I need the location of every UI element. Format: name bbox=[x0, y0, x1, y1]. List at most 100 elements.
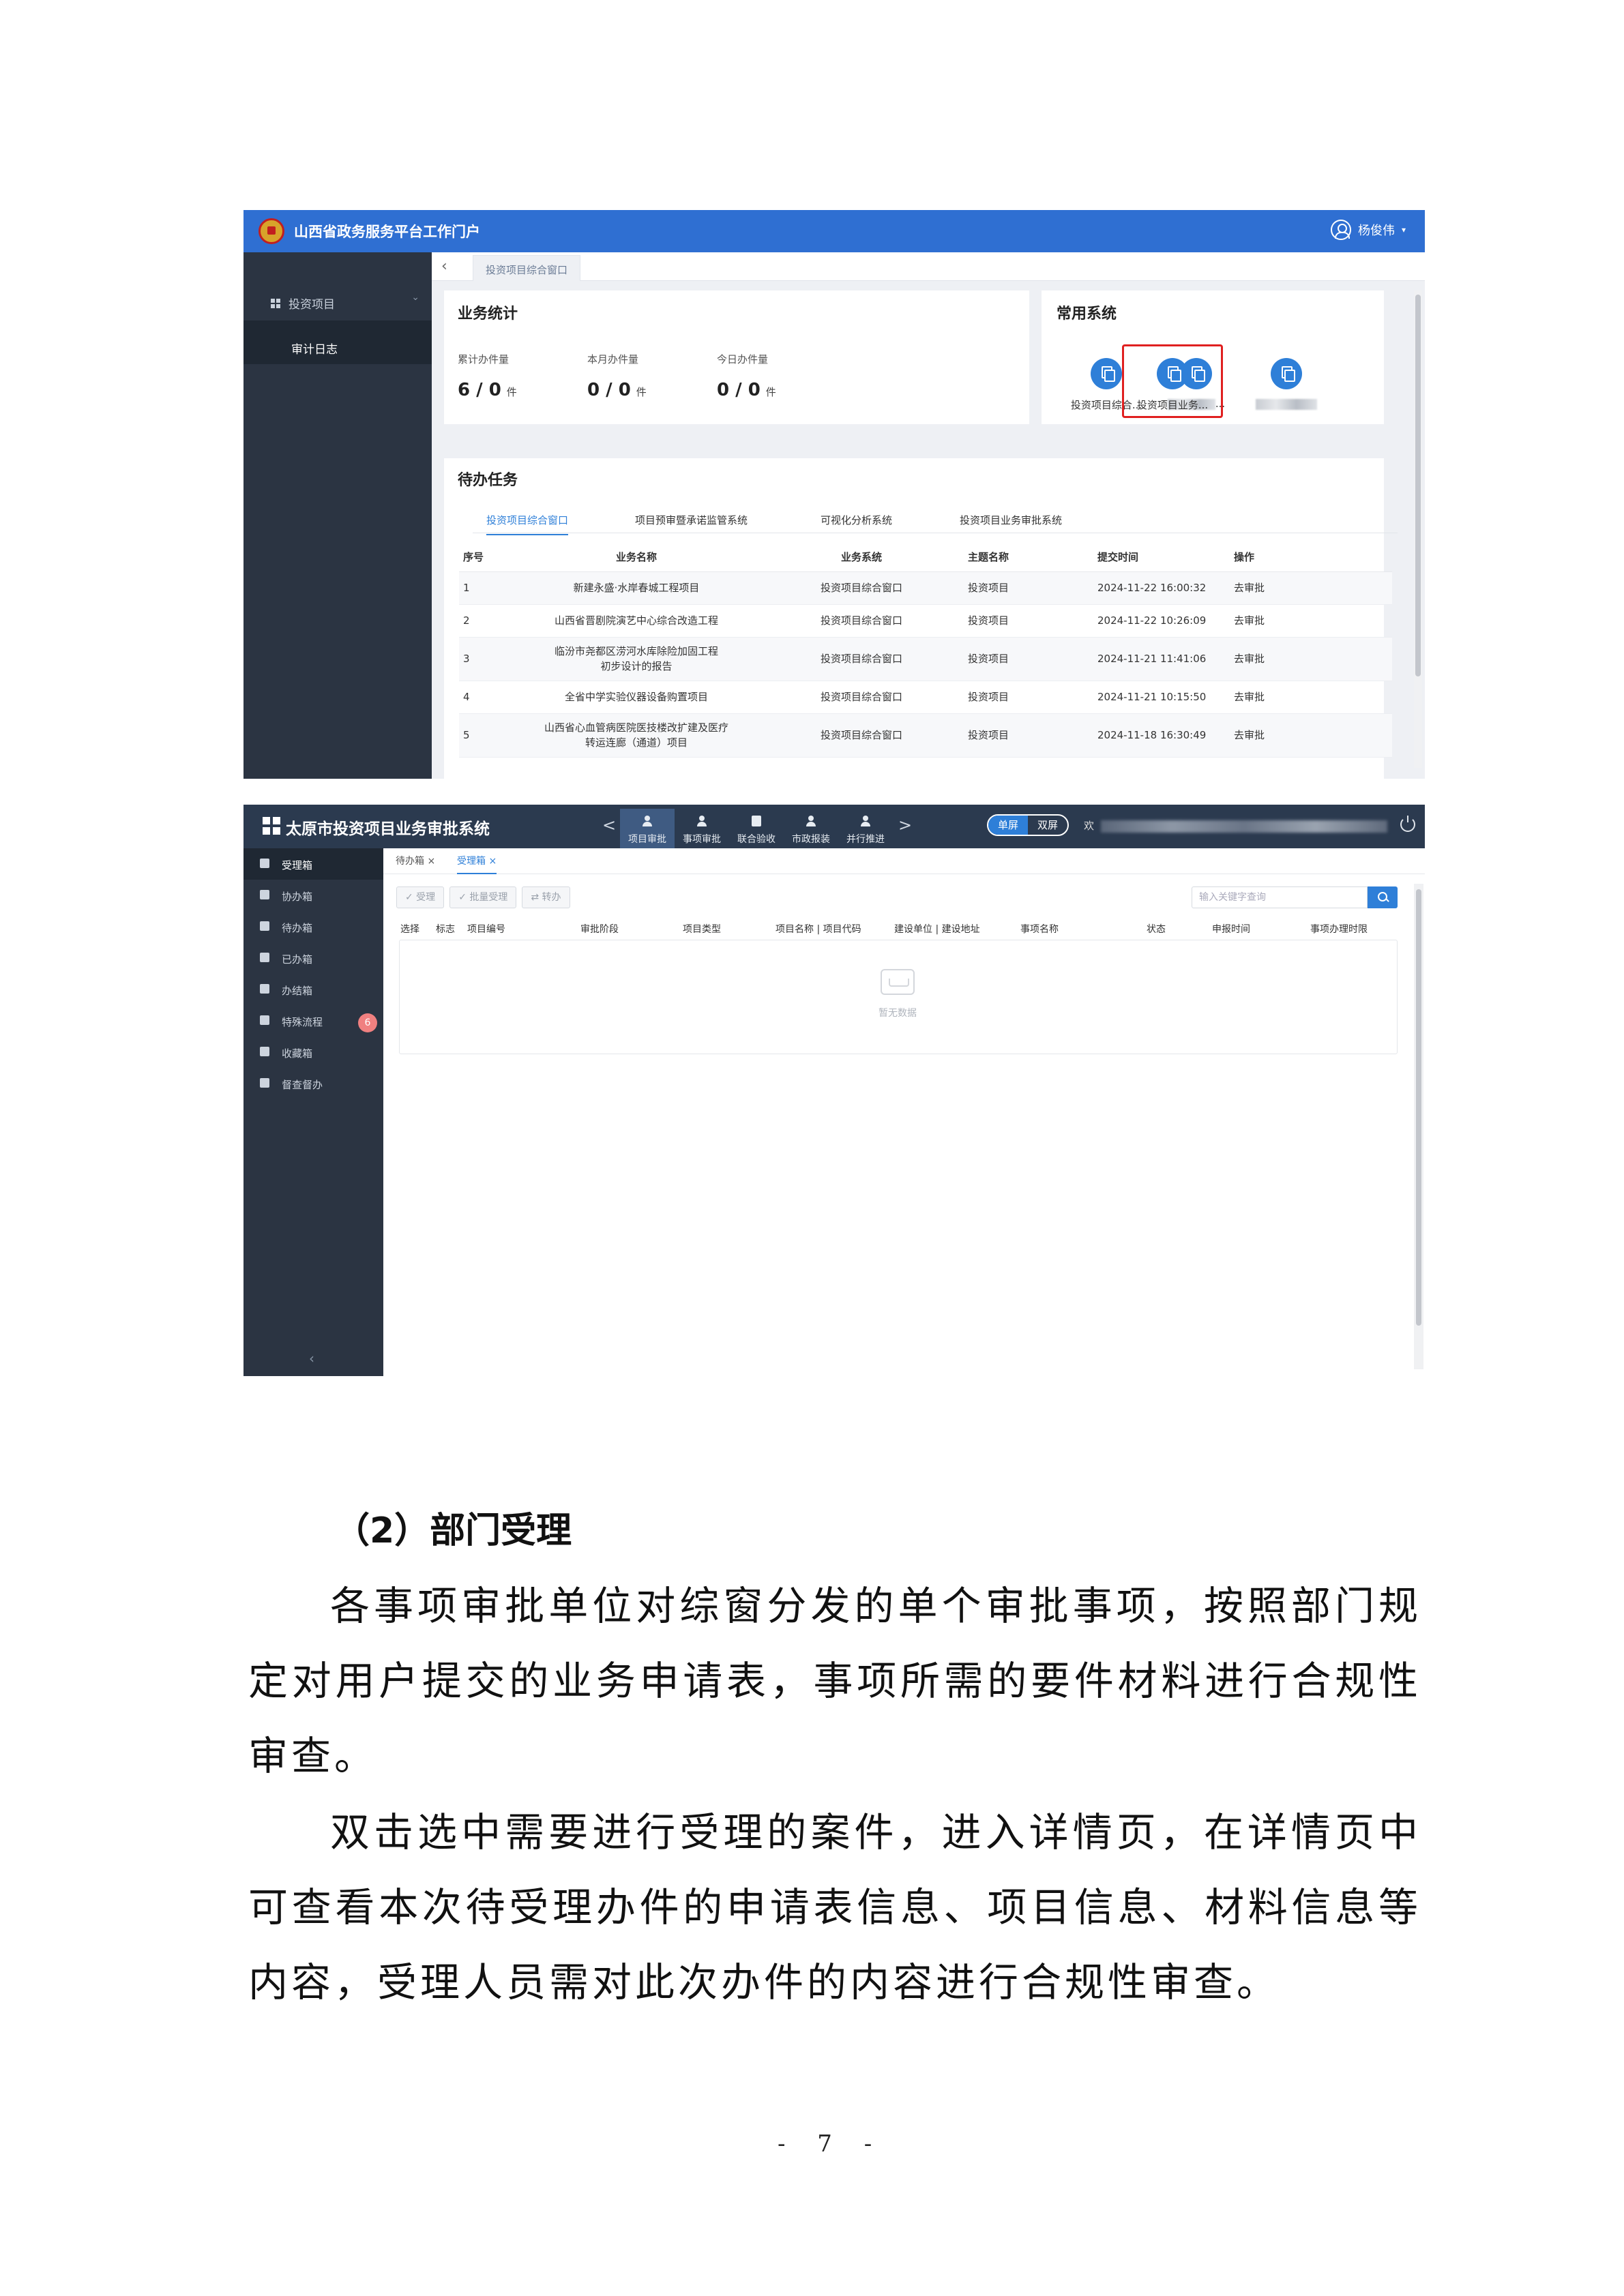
todo-table: 序号 业务名称 业务系统 主题名称 提交时间 操作 1 新建永盛·水岸春城工程项… bbox=[459, 543, 1392, 758]
stat-label: 本月办件量 bbox=[587, 353, 639, 366]
cell-theme: 投资项目 bbox=[964, 637, 1093, 681]
approve-link[interactable]: 去审批 bbox=[1230, 681, 1392, 714]
column-header: 标志 bbox=[436, 924, 455, 935]
approve-link[interactable]: 去审批 bbox=[1230, 604, 1392, 638]
tab-accept-box[interactable]: 受理箱 × bbox=[457, 854, 497, 874]
single-screen-option[interactable]: 单屏 bbox=[988, 816, 1028, 835]
cell-time: 2024-11-22 10:26:09 bbox=[1093, 604, 1230, 638]
nav-joint-acceptance[interactable]: 联合验收 bbox=[729, 809, 784, 848]
sidebar-item-assist-box[interactable]: 协办箱 bbox=[243, 880, 383, 911]
nav-project-approval[interactable]: 项目审批 bbox=[620, 809, 675, 848]
todo-title: 待办任务 bbox=[458, 472, 518, 489]
table-row[interactable]: 4 全省中学实验仪器设备购置项目 投资项目综合窗口 投资项目 2024-11-2… bbox=[459, 681, 1392, 714]
chevron-down-icon[interactable]: ⌄ bbox=[411, 292, 419, 303]
search-input[interactable]: 输入关键字查询 bbox=[1192, 886, 1368, 908]
nav-label: 联合验收 bbox=[737, 834, 776, 845]
column-header: 业务名称 bbox=[514, 543, 759, 572]
stat-month: 本月办件量 0 / 0 件 bbox=[587, 352, 647, 400]
cell-name: 临汾市尧都区涝河水库除险加固工程初步设计的报告 bbox=[514, 637, 759, 681]
cell-time: 2024-11-18 16:30:49 bbox=[1093, 713, 1230, 758]
cell-no: 4 bbox=[459, 681, 514, 714]
page-tabs: 待办箱 × 受理箱 × bbox=[383, 848, 1425, 874]
cell-name: 全省中学实验仪器设备购置项目 bbox=[514, 681, 759, 714]
stat-unit: 件 bbox=[765, 386, 776, 398]
scrollbar[interactable] bbox=[1414, 884, 1423, 1369]
inbox-icon bbox=[260, 890, 269, 899]
table-row[interactable]: 1 新建永盛·水岸春城工程项目 投资项目综合窗口 投资项目 2024-11-22… bbox=[459, 571, 1392, 605]
search-icon[interactable] bbox=[1368, 886, 1398, 908]
user-icon bbox=[861, 816, 870, 826]
stat-total: 累计办件量 6 / 0 件 bbox=[458, 352, 517, 400]
screen-mode-toggle[interactable]: 单屏 双屏 bbox=[987, 814, 1069, 836]
system-shortcut-3[interactable] bbox=[1242, 358, 1331, 410]
stats-title: 业务统计 bbox=[458, 305, 518, 323]
section-heading: （2）部门受理 bbox=[334, 1510, 572, 1551]
paragraph-1: 各事项审批单位对综窗分发的单个审批事项，按照部门规定对用户提交的业务申请表，事项… bbox=[248, 1583, 1421, 1779]
stat-unit: 件 bbox=[636, 386, 647, 398]
column-header: 事项名称 bbox=[1020, 924, 1059, 935]
nav-municipal-application[interactable]: 市政报装 bbox=[784, 809, 838, 848]
todo-tab-3[interactable]: 可视化分析系统 bbox=[821, 513, 892, 527]
table-row[interactable]: 3 临汾市尧都区涝河水库除险加固工程初步设计的报告 投资项目综合窗口 投资项目 … bbox=[459, 637, 1392, 681]
accept-button[interactable]: ✓ 受理 bbox=[396, 886, 445, 908]
table-row[interactable]: 2 山西省晋剧院演艺中心综合改造工程 投资项目综合窗口 投资项目 2024-11… bbox=[459, 604, 1392, 638]
todo-tab-1[interactable]: 投资项目综合窗口 bbox=[486, 513, 569, 535]
nav-parallel-advance[interactable]: 并行推进 bbox=[838, 809, 893, 848]
nav-next-icon[interactable]: > bbox=[898, 816, 912, 835]
menu-label: 已办箱 bbox=[282, 953, 313, 966]
action-toolbar: ✓ 受理 ✓ 批量受理 ⇄ 转办 bbox=[396, 886, 570, 908]
empty-text: 暂无数据 bbox=[879, 1008, 917, 1019]
approve-link[interactable]: 去审批 bbox=[1230, 637, 1392, 681]
stat-label: 今日办件量 bbox=[717, 353, 769, 366]
flow-icon bbox=[260, 1015, 269, 1025]
cell-theme: 投资项目 bbox=[964, 713, 1093, 758]
power-icon[interactable] bbox=[1400, 816, 1415, 832]
nav-item-approval[interactable]: 事项审批 bbox=[675, 809, 729, 848]
column-header: 项目名称 | 项目代码 bbox=[776, 924, 861, 935]
nav-prev-icon[interactable]: < bbox=[602, 816, 616, 835]
sidebar-item-closed-box[interactable]: 办结箱 bbox=[243, 974, 383, 1005]
tab-investment-window[interactable]: 投资项目综合窗口 bbox=[473, 255, 581, 281]
cell-theme: 投资项目 bbox=[964, 681, 1093, 714]
cell-system: 投资项目综合窗口 bbox=[759, 604, 964, 638]
todo-tab-4[interactable]: 投资项目业务审批系统 bbox=[960, 513, 1062, 527]
sidebar-item-favorites[interactable]: 收藏箱 bbox=[243, 1037, 383, 1068]
nav-label: 事项审批 bbox=[683, 834, 721, 845]
scrollbar[interactable] bbox=[1414, 290, 1422, 768]
flow-icon bbox=[260, 1047, 269, 1056]
approve-link[interactable]: 去审批 bbox=[1230, 713, 1392, 758]
sidebar-item-accept-box[interactable]: 受理箱 bbox=[243, 848, 383, 880]
transfer-button[interactable]: ⇄ 转办 bbox=[522, 886, 570, 908]
sidebar-item-audit-log[interactable]: 审计日志 bbox=[243, 320, 432, 364]
stat-value: 0 / 0 bbox=[717, 380, 761, 400]
sidebar-group-label: 投资项目 bbox=[289, 298, 335, 312]
sidebar-item-special-flow[interactable]: 特殊流程 6 bbox=[243, 1005, 383, 1037]
national-emblem-icon bbox=[259, 218, 284, 244]
sidebar-item-supervision[interactable]: 督查督办 bbox=[243, 1068, 383, 1099]
collapse-sidebar-icon[interactable]: ‹ bbox=[309, 1350, 314, 1367]
batch-accept-button[interactable]: ✓ 批量受理 bbox=[449, 886, 517, 908]
sidebar-item-done-box[interactable]: 已办箱 bbox=[243, 942, 383, 974]
user-icon bbox=[806, 816, 816, 826]
sidebar-group-investment[interactable]: 投资项目 bbox=[271, 295, 335, 312]
menu-label: 待办箱 bbox=[282, 922, 313, 934]
table-row[interactable]: 5 山西省心血管病医院医技楼改扩建及医疗转运连廊（通道）项目 投资项目综合窗口 … bbox=[459, 713, 1392, 758]
user-menu[interactable]: 杨俊伟 ▾ bbox=[1330, 220, 1406, 240]
document-icon bbox=[752, 816, 761, 826]
approve-link[interactable]: 去审批 bbox=[1230, 571, 1392, 605]
cell-system: 投资项目综合窗口 bbox=[759, 681, 964, 714]
column-header: 业务系统 bbox=[759, 543, 964, 572]
sidebar-item-todo-box[interactable]: 待办箱 bbox=[243, 911, 383, 942]
cell-system: 投资项目综合窗口 bbox=[759, 713, 964, 758]
scrollbar-thumb[interactable] bbox=[1415, 295, 1421, 676]
todo-tab-2[interactable]: 项目预审暨承诺监管系统 bbox=[635, 513, 748, 527]
column-header: 申报时间 bbox=[1212, 924, 1250, 935]
scrollbar-thumb[interactable] bbox=[1416, 889, 1421, 1326]
highlight-box bbox=[1122, 344, 1223, 418]
menu-label: 收藏箱 bbox=[282, 1047, 313, 1060]
back-arrow-icon[interactable]: ‹ bbox=[441, 258, 447, 275]
dual-screen-option[interactable]: 双屏 bbox=[1028, 816, 1067, 835]
cell-no: 2 bbox=[459, 604, 514, 638]
top-nav: 项目审批 事项审批 联合验收 市政报装 并行推进 bbox=[620, 809, 893, 848]
tab-todo-box[interactable]: 待办箱 × bbox=[396, 854, 435, 867]
